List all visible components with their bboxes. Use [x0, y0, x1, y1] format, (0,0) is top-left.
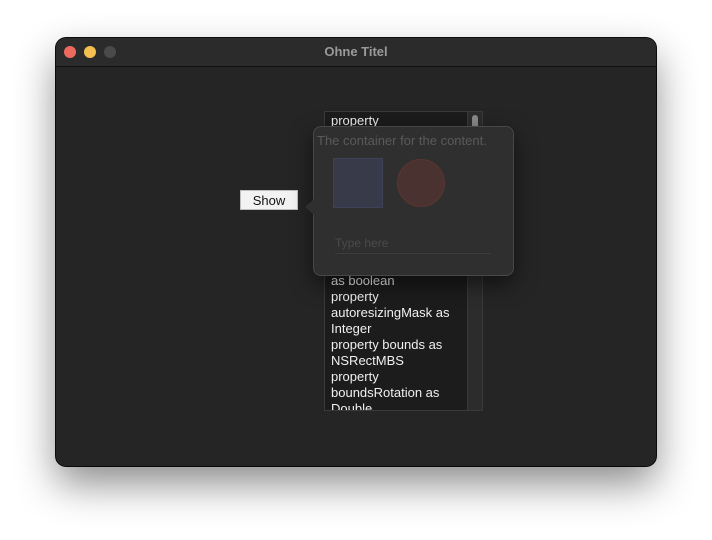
- show-button[interactable]: Show: [240, 190, 298, 210]
- window-title: Ohne Titel: [324, 44, 388, 59]
- popover-arrow: [305, 199, 314, 215]
- square-shape: [333, 158, 383, 208]
- circle-shape: [397, 159, 445, 207]
- popover-label: The container for the content.: [317, 133, 487, 148]
- popover-text-input[interactable]: [335, 233, 491, 254]
- list-item[interactable]: Double: [331, 401, 471, 410]
- list-item[interactable]: property: [331, 289, 471, 305]
- title-bar[interactable]: Ohne Titel: [56, 38, 656, 67]
- popover: The container for the content.: [305, 126, 514, 276]
- list-item[interactable]: NSRectMBS: [331, 353, 471, 369]
- list-item[interactable]: property bounds as: [331, 337, 471, 353]
- list-item[interactable]: boundsRotation as: [331, 385, 471, 401]
- list-item[interactable]: Integer: [331, 321, 471, 337]
- app-window: Ohne Titel property as boolean property …: [56, 38, 656, 466]
- list-item[interactable]: property: [331, 369, 471, 385]
- list-item[interactable]: autoresizingMask as: [331, 305, 471, 321]
